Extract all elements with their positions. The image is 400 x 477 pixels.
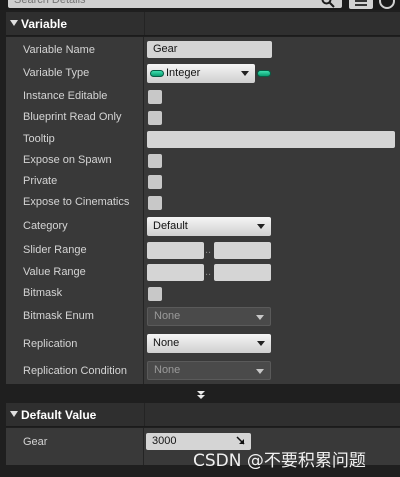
tooltip-field[interactable] [147,131,395,148]
chevron-down-icon [241,71,249,76]
row-slider-range: Slider Range .. [6,239,400,261]
expose-on-spawn-label: Expose on Spawn [23,154,112,166]
row-replication-condition: Replication Condition None [6,360,400,382]
gear-label: Gear [23,436,48,448]
row-bitmask-enum: Bitmask Enum None [6,305,400,327]
bitmask-enum-dropdown[interactable]: None [147,307,271,326]
bitmask-enum-value: None [154,310,181,322]
expose-to-cinematics-checkbox[interactable] [148,196,162,210]
blueprint-read-only-label: Blueprint Read Only [23,111,122,123]
row-category: Category Default [6,215,400,237]
header-divider [144,403,145,426]
variable-section-title: Variable [21,17,68,31]
variable-type-value: Integer [166,67,201,79]
row-variable-name: Variable Name Gear [6,39,400,61]
instance-editable-label: Instance Editable [23,90,108,102]
gear-value: 3000 [152,435,177,447]
csdn-watermark: CSDN @不要积累问题 [193,451,366,471]
expose-to-cinematics-label: Expose to Cinematics [23,196,130,208]
row-expose-on-spawn: Expose on Spawn [6,149,400,171]
instance-editable-checkbox[interactable] [148,90,162,104]
variable-name-field[interactable]: Gear [147,41,272,58]
tooltip-label: Tooltip [23,133,55,145]
bitmask-checkbox[interactable] [148,287,162,301]
row-variable-type: Variable Type Integer [6,62,400,84]
row-bitmask: Bitmask [6,282,400,304]
search-icon[interactable] [321,0,335,8]
replication-value: None [153,337,180,349]
replication-label: Replication [23,338,78,350]
replication-condition-value: None [154,364,181,376]
category-value: Default [153,220,188,232]
blueprint-read-only-checkbox[interactable] [148,111,162,125]
resize-arrow-icon[interactable] [236,436,245,445]
view-options-button[interactable] [349,0,373,9]
value-range-max-field[interactable] [214,264,271,281]
variable-type-label: Variable Type [23,67,90,79]
chevron-down-icon [257,341,265,346]
value-range-separator: .. [205,266,212,278]
slider-range-separator: .. [205,244,212,256]
value-range-min-field[interactable] [147,264,204,281]
default-value-section-header[interactable]: Default Value [6,403,400,427]
slider-range-max-field[interactable] [214,242,271,259]
settings-eye-icon[interactable] [378,0,396,10]
category-dropdown[interactable]: Default [147,217,271,236]
slider-range-label: Slider Range [23,244,87,256]
variable-type-dropdown[interactable]: Integer [147,64,255,83]
category-label: Category [23,220,68,232]
list-view-icon [355,0,367,6]
row-tooltip: Tooltip [6,128,400,150]
header-divider [144,12,145,35]
row-blueprint-read-only: Blueprint Read Only [6,106,400,128]
row-value-range: Value Range .. [6,261,400,283]
row-instance-editable: Instance Editable [6,85,400,107]
expand-advanced-icon[interactable] [195,389,207,401]
chevron-down-icon [256,315,264,320]
slider-range-min-field[interactable] [147,242,204,259]
bitmask-enum-label: Bitmask Enum [23,310,94,322]
variable-name-label: Variable Name [23,44,95,56]
row-replication: Replication None [6,333,400,355]
private-label: Private [23,175,58,187]
row-private: Private [6,170,400,192]
collapse-arrow-icon [10,20,18,26]
replication-dropdown[interactable]: None [147,334,271,353]
search-details-input[interactable] [8,0,342,8]
replication-condition-dropdown[interactable]: None [147,361,271,380]
chevron-down-icon [257,224,265,229]
value-range-label: Value Range [23,266,86,278]
expose-on-spawn-checkbox[interactable] [148,154,162,168]
collapse-arrow-icon [10,411,18,417]
bitmask-label: Bitmask [23,287,63,299]
integer-pin-icon [150,70,164,77]
row-expose-to-cinematics: Expose to Cinematics [6,191,400,213]
default-value-section-title: Default Value [21,408,97,422]
replication-condition-label: Replication Condition [23,365,127,377]
chevron-down-icon [256,369,264,374]
variable-section-header[interactable]: Variable [6,12,400,36]
private-checkbox[interactable] [148,175,162,189]
container-type-pin-icon[interactable] [257,70,271,77]
